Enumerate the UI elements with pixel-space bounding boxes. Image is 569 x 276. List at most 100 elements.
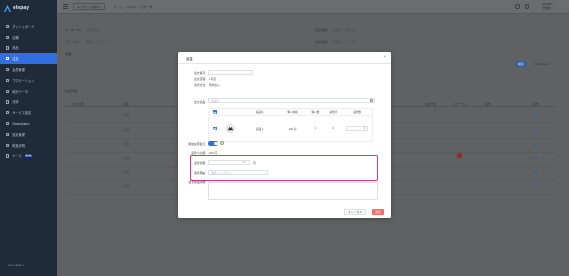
store-filter: 店舗： [65, 52, 74, 56]
logo[interactable]: elepay [4, 4, 29, 12]
table-caption-text: 注文管理 [65, 89, 78, 93]
sidebar-item-promotions[interactable]: プロモーション [0, 75, 57, 86]
select-all-checkbox[interactable] [209, 110, 221, 114]
sidebar-nav: ダッシュボード 店舗 商品 注文 会員管理 プロモーション 統計データ 決済 サ… [0, 21, 57, 161]
sidebar-item-marketplace[interactable]: Marketplace [0, 118, 57, 129]
table-action-link[interactable]: 詳細 [533, 170, 538, 174]
sidebar-item-settings[interactable]: 設定管理 [0, 129, 57, 140]
inventory-restore-toggle[interactable] [208, 141, 218, 146]
logo-icon [4, 4, 11, 12]
refund-submit-button[interactable]: 返金 [372, 209, 384, 215]
table-action-link[interactable]: 詳細 [533, 128, 538, 132]
table-action-link[interactable]: 詳細 [533, 156, 538, 160]
filter-payment: 決済方法： 選択してください [315, 40, 357, 44]
payment-method-value: 現金払い [209, 83, 221, 87]
store-value: 1号店 [209, 77, 217, 81]
table-cell-store: 1号店 [123, 129, 130, 132]
table-caption: 注文管理 [65, 89, 77, 93]
beta-badge: BETA [24, 154, 33, 157]
product-search-input[interactable]: 商品名 [208, 98, 375, 103]
column-header: 店舗 [123, 102, 129, 106]
breadcrumb-item[interactable]: OneOS [127, 5, 137, 9]
memo-textarea[interactable] [208, 182, 378, 200]
refund-dialog: 返金 × 注文番号： 注文店舗： 1号店 決済方法： 現金払い 注文商品： 商品… [178, 52, 391, 218]
column-qty: 購入数 [311, 111, 320, 114]
table-cell-store: 1号店 [123, 114, 130, 117]
sidebar-item-stores[interactable]: 店舗 [0, 32, 57, 43]
sidebar-item-label: 注文 [12, 57, 19, 62]
payment-method-label: 決済方法： [194, 83, 208, 87]
table-cell-store: 1号店 [123, 143, 130, 146]
logo-text: elepay [13, 5, 30, 11]
order-no-input[interactable]: 注文番号 [87, 28, 99, 32]
refund-amount-unit: 円 [253, 161, 256, 165]
refund-amount-label: 返金金額： [194, 161, 208, 165]
sidebar-item-manual[interactable]: 取扱説明 [0, 140, 57, 151]
sidebar-item-dashboard[interactable]: ダッシュボード [0, 21, 57, 32]
search-button[interactable]: 検索 [515, 61, 527, 67]
filter-status: ステータス： 選択してください [65, 40, 110, 44]
column-price: 購入価格 [287, 111, 298, 114]
top-header: ⊞ サポート案内 ▾ ホーム / OneOS / 注文一覧 ELEPAY 管理者 [57, 0, 569, 14]
table-cell-store: 1号店 [123, 171, 130, 174]
inventory-label: 関連在庫復元： [188, 142, 208, 146]
sidebar-item-members[interactable]: 会員管理 [0, 64, 57, 75]
sidebar-item-statistics[interactable]: 統計データ [0, 86, 57, 97]
filter-label: オーダーNo： [65, 28, 84, 32]
column-header: 返金 [485, 102, 491, 106]
sidebar-item-label: ケース [12, 154, 22, 159]
sidebar-footer-link[interactable]: Go to elepay ↗ [8, 264, 24, 267]
sidebar-item-label: 設定管理 [12, 132, 25, 137]
table-action-link[interactable]: 詳細 [533, 113, 538, 117]
cancel-button[interactable]: キャンセル [344, 209, 366, 215]
table-action-link[interactable]: 詳細 [533, 142, 538, 146]
row-checkbox[interactable] [209, 126, 221, 131]
breadcrumb-separator: / [138, 5, 140, 9]
help-icon[interactable]: ? [220, 141, 224, 145]
sidebar-item-service-settings[interactable]: サービス設定 [0, 107, 57, 118]
product-price: 100 円 [288, 127, 297, 131]
product-label: 注文商品： [194, 100, 208, 104]
breadcrumb-item[interactable]: ホーム [114, 5, 123, 9]
refund-reason-select[interactable]: 選択してください [208, 170, 268, 175]
sidebar-item-label: 店舗 [12, 35, 19, 40]
member-icon [6, 67, 10, 72]
product-table-header: 商品名 購入価格 購入数 返金済 返金数 [209, 109, 372, 116]
status-select[interactable]: 選択してください [86, 40, 110, 44]
sidebar: elepay ダッシュボード 店舗 商品 注文 会員管理 プロモーション 統計デ… [0, 0, 57, 276]
refund-fields-highlight [190, 155, 378, 181]
refund-qty-stepper[interactable]: 1 [346, 126, 369, 131]
sidebar-item-cases[interactable]: ケース BETA [0, 151, 57, 162]
help-icon[interactable] [515, 4, 520, 9]
sidebar-item-label: 商品 [12, 46, 19, 51]
gear-icon [6, 132, 10, 136]
sidebar-item-label: ダッシュボード [12, 24, 35, 29]
refund-amount-input[interactable]: 100 [208, 160, 250, 165]
period-input[interactable]: 開始日 〜 終了日 [333, 28, 356, 32]
breadcrumb: ホーム / OneOS / 注文一覧 [114, 5, 153, 9]
case-icon [6, 154, 10, 158]
close-icon[interactable]: × [383, 54, 386, 60]
sidebar-item-label: Marketplace [12, 121, 30, 126]
product-thumbnail [221, 123, 241, 134]
sidebar-item-products[interactable]: 商品 [0, 43, 57, 54]
product-refunded: 0 [332, 127, 334, 130]
sidebar-item-orders[interactable]: 注文 [0, 53, 57, 65]
table-cell-store: 1号店 [123, 185, 130, 188]
column-refund-qty: 返金数 [353, 111, 361, 114]
sidebar-item-payments[interactable]: 決済 [0, 97, 57, 108]
support-button[interactable]: ⊞ サポート案内 ▾ [73, 3, 106, 10]
table-action-link[interactable]: 詳細 [533, 184, 538, 188]
user-menu[interactable]: ELEPAY 管理者 [543, 2, 553, 10]
search-icon[interactable] [370, 99, 373, 102]
order-no-label: 注文番号： [194, 71, 208, 75]
download-icon[interactable] [524, 4, 529, 9]
sidebar-item-label: 決済 [12, 100, 19, 105]
csv-export-button[interactable]: CSV Export [531, 61, 552, 67]
payment-select[interactable]: 選択してください [333, 40, 357, 44]
column-name: 商品名 [255, 111, 264, 114]
hamburger-menu-icon[interactable] [63, 4, 68, 9]
filter-label: 決済方法： [315, 40, 331, 44]
column-refunded: 返金済 [329, 111, 338, 114]
store-filter-label: 店舗： [65, 52, 75, 56]
